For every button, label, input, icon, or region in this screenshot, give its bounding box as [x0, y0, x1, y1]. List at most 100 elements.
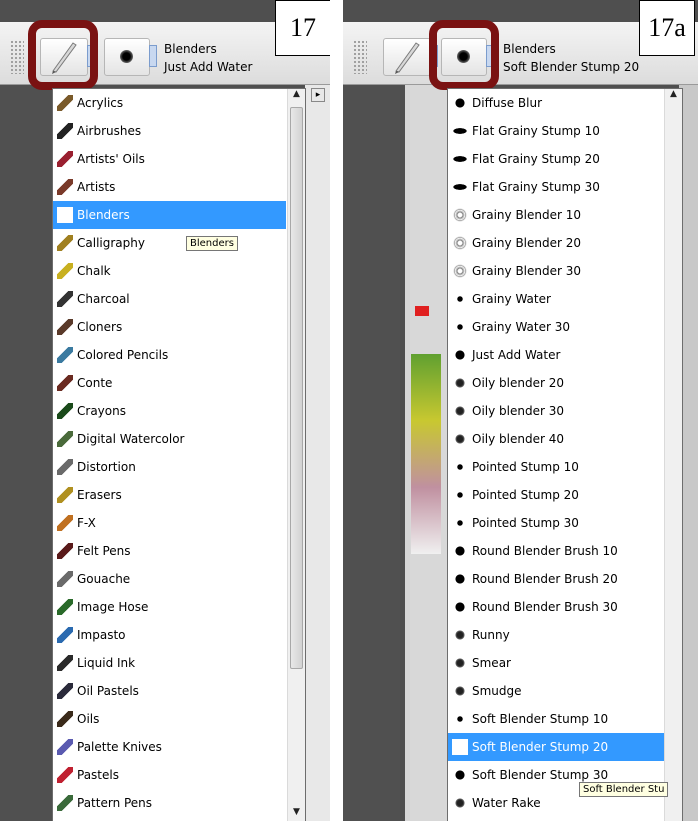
list-item[interactable]: Smear: [448, 649, 664, 677]
grainy-dab-icon: [452, 683, 468, 699]
list-item[interactable]: Round Blender Brush 30: [448, 593, 664, 621]
grainy-dab-icon: [452, 403, 468, 419]
brush-variant-button[interactable]: [104, 38, 157, 76]
list-item[interactable]: Pointed Stump 10: [448, 453, 664, 481]
list-item[interactable]: Chalk: [53, 257, 286, 285]
list-item-label: Soft Blender Stump 30: [472, 768, 609, 782]
figure-label: 17a: [639, 0, 695, 56]
list-item-label: Pointed Stump 20: [472, 488, 579, 502]
list-item[interactable]: Grainy Blender 10: [448, 201, 664, 229]
list-item[interactable]: Palette Knives: [53, 733, 286, 761]
scroll-up-icon[interactable]: ▲: [288, 89, 305, 103]
list-item[interactable]: Oils: [53, 705, 286, 733]
list-item-label: Palette Knives: [77, 740, 162, 754]
list-item-label: Image Hose: [77, 600, 149, 614]
list-item[interactable]: Impasto: [53, 621, 286, 649]
variant-title: Just Add Water: [164, 60, 253, 74]
variant-dropdown-arrow[interactable]: [149, 45, 157, 67]
list-item[interactable]: Flat Grainy Stump 20: [448, 145, 664, 173]
category-scrollbar[interactable]: ▲ ▼: [287, 89, 305, 821]
list-item[interactable]: Smudge: [448, 677, 664, 705]
small-dab-icon: [452, 459, 468, 475]
list-item[interactable]: Digital Watercolor: [53, 425, 286, 453]
list-item[interactable]: Round Blender Brush 10: [448, 537, 664, 565]
scroll-up-icon[interactable]: ▲: [665, 89, 682, 103]
list-item[interactable]: Grainy Water: [448, 285, 664, 313]
list-item-label: Oils: [77, 712, 100, 726]
list-item[interactable]: Conte: [53, 369, 286, 397]
list-item[interactable]: Diffuse Blur: [448, 89, 664, 117]
list-item[interactable]: Just Add Water: [448, 341, 664, 369]
blender-stump-icon: [57, 207, 73, 223]
list-item[interactable]: Oily blender 40: [448, 425, 664, 453]
list-item-label: Conte: [77, 376, 113, 390]
list-item-label: Round Blender Brush 30: [472, 600, 618, 614]
scroll-thumb[interactable]: [290, 107, 303, 669]
palette-knife-icon: [57, 739, 73, 755]
list-item[interactable]: Colored Pencils: [53, 341, 286, 369]
list-item[interactable]: Flat Grainy Stump 30: [448, 173, 664, 201]
toolbar-grip[interactable]: [353, 40, 367, 74]
list-item-label: Grainy Water: [472, 292, 551, 306]
list-item[interactable]: Flat Grainy Stump 10: [448, 117, 664, 145]
list-item[interactable]: Grainy Water 30: [448, 313, 664, 341]
variant-scrollbar[interactable]: ▲: [664, 89, 682, 821]
round-dab-icon: [452, 95, 468, 111]
small-dab-icon: [452, 291, 468, 307]
list-item[interactable]: Grainy Blender 20: [448, 229, 664, 257]
impasto-icon: [57, 627, 73, 643]
list-item-label: Oily blender 20: [472, 376, 564, 390]
figure-label: 17: [275, 0, 330, 56]
list-item[interactable]: Charcoal: [53, 285, 286, 313]
list-item[interactable]: Artists: [53, 173, 286, 201]
list-item-selected[interactable]: Soft Blender Stump 20: [448, 733, 664, 761]
round-dab-icon: [452, 347, 468, 363]
list-item-label: Airbrushes: [77, 124, 142, 138]
list-item[interactable]: Erasers: [53, 481, 286, 509]
list-item[interactable]: Soft Blender Stump 10: [448, 705, 664, 733]
brush-variant-list[interactable]: ▲ Diffuse Blur Flat Grainy Stump 10 Flat G…: [447, 88, 683, 821]
list-item[interactable]: Pattern Pens: [53, 789, 286, 817]
list-item-label: Artists: [77, 180, 116, 194]
list-item[interactable]: Calligraphy: [53, 229, 286, 257]
grainy-dab-icon: [452, 375, 468, 391]
scroll-end-icon[interactable]: ▸: [311, 88, 325, 102]
oils-brush-icon: [57, 711, 73, 727]
brush-category-list[interactable]: ▲ ▼ Acrylics Airbrushes Artists' Oils Artis…: [52, 88, 306, 821]
list-item[interactable]: Pastels: [53, 761, 286, 789]
list-item[interactable]: Artists' Oils: [53, 145, 286, 173]
acrylics-brush-icon: [57, 95, 73, 111]
list-item[interactable]: Image Hose: [53, 593, 286, 621]
list-item[interactable]: Liquid Ink: [53, 649, 286, 677]
list-item[interactable]: Distortion: [53, 453, 286, 481]
list-item[interactable]: Acrylics: [53, 89, 286, 117]
list-item-selected[interactable]: Blenders: [53, 201, 286, 229]
small-dab-icon: [452, 711, 468, 727]
list-item[interactable]: Oil Pastels: [53, 677, 286, 705]
list-item[interactable]: Crayons: [53, 397, 286, 425]
list-item-label: Smear: [472, 656, 511, 670]
workspace-background: [343, 84, 405, 821]
pattern-pen-icon: [57, 795, 73, 811]
list-item[interactable]: Grainy Blender 30: [448, 257, 664, 285]
list-item[interactable]: Oily blender 20: [448, 369, 664, 397]
list-item[interactable]: F-X: [53, 509, 286, 537]
list-item-label: Liquid Ink: [77, 656, 136, 670]
list-item[interactable]: Runny: [448, 621, 664, 649]
list-item[interactable]: Airbrushes: [53, 117, 286, 145]
list-item[interactable]: Cloners: [53, 313, 286, 341]
toolbar-grip[interactable]: [10, 40, 24, 74]
crayon-icon: [57, 403, 73, 419]
list-item[interactable]: Pointed Stump 30: [448, 509, 664, 537]
list-item-label: F-X: [77, 516, 96, 530]
list-item[interactable]: Gouache: [53, 565, 286, 593]
list-item[interactable]: Oily blender 30: [448, 397, 664, 425]
list-item[interactable]: Pointed Stump 20: [448, 481, 664, 509]
list-item[interactable]: Round Blender Brush 20: [448, 565, 664, 593]
scroll-down-icon[interactable]: ▼: [288, 807, 305, 821]
list-item[interactable]: Felt Pens: [53, 537, 286, 565]
oil-pastel-icon: [57, 683, 73, 699]
cloner-stamp-icon: [57, 319, 73, 335]
brush-category-button[interactable]: [383, 38, 438, 76]
list-item-label: Blenders: [77, 208, 130, 222]
